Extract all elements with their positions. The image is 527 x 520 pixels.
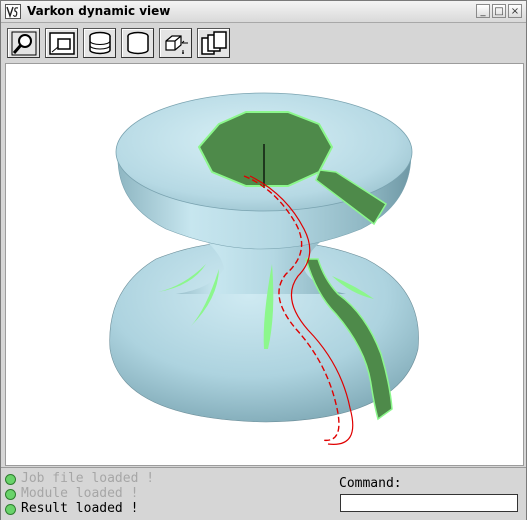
minimize-icon: _ [480, 6, 486, 17]
status-message-text: Result loaded ! [21, 501, 139, 516]
maximize-button[interactable]: □ [492, 4, 506, 18]
status-message-text: Job file loaded ! [21, 471, 155, 486]
command-label: Command: [339, 476, 402, 491]
shaded-cylinder-icon [127, 31, 149, 55]
copy-button[interactable] [197, 28, 230, 58]
frame-scale-icon [49, 32, 75, 55]
copy-pages-icon [201, 31, 227, 55]
title-bar[interactable]: Varkon dynamic view _ □ × [1, 1, 526, 23]
maximize-icon: □ [494, 6, 504, 17]
status-message-text: Module loaded ! [21, 486, 139, 501]
minimize-button[interactable]: _ [476, 4, 490, 18]
magnifier-icon [11, 31, 37, 56]
status-indicator-icon [5, 474, 16, 485]
scale-button[interactable] [45, 28, 78, 58]
graphics-viewport[interactable] [5, 63, 524, 466]
close-button[interactable]: × [508, 4, 522, 18]
varkon-window: Varkon dynamic view _ □ × Job file loade… [0, 0, 527, 520]
perspective-button[interactable] [83, 28, 116, 58]
status-indicator-icon [5, 504, 16, 515]
light-button[interactable] [159, 28, 192, 58]
command-input[interactable] [340, 494, 518, 512]
zoom-button[interactable] [7, 28, 40, 58]
window-title: Varkon dynamic view [27, 4, 171, 18]
varkon-logo-icon [5, 4, 21, 19]
shade-button[interactable] [121, 28, 154, 58]
status-indicator-icon [5, 489, 16, 500]
spool-model [109, 92, 419, 445]
toolbar [1, 23, 526, 63]
wireframe-cylinder-icon [89, 31, 111, 55]
light-direction-icon [165, 35, 188, 54]
close-icon: × [510, 6, 520, 17]
status-panel: Job file loaded ! Module loaded ! Result… [1, 467, 526, 520]
